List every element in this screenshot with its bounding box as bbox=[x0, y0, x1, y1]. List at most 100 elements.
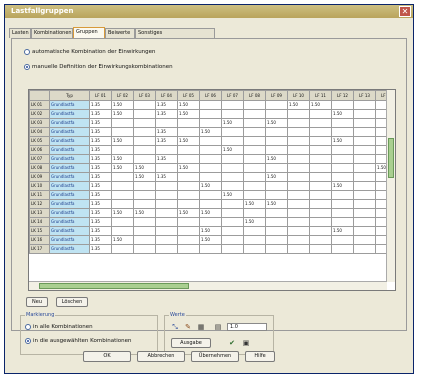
factor-cell[interactable]: 1.35 bbox=[155, 172, 178, 182]
factor-cell[interactable] bbox=[221, 163, 244, 173]
factor-cell[interactable] bbox=[177, 217, 200, 227]
table-row[interactable]: LK 08 Grundlastfa 1.35 1.50 1.50 1.50 1.50 bbox=[29, 163, 395, 173]
output-select-button[interactable]: Ausgabe bbox=[171, 338, 211, 348]
factor-cell[interactable]: 1.50 bbox=[265, 172, 288, 182]
factor-cell[interactable] bbox=[155, 181, 178, 191]
factor-cell[interactable] bbox=[243, 136, 266, 146]
factor-cell[interactable] bbox=[221, 181, 244, 191]
column-header[interactable]: LF 03 bbox=[133, 90, 156, 101]
column-header[interactable]: LF 07 bbox=[221, 90, 244, 101]
type-cell[interactable]: Grundlastfa bbox=[49, 199, 90, 209]
column-header[interactable]: LF 06 bbox=[199, 90, 222, 101]
factor-cell[interactable] bbox=[111, 226, 134, 236]
type-cell[interactable]: Grundlastfa bbox=[49, 190, 90, 200]
factor-cell[interactable] bbox=[287, 235, 310, 245]
row-header[interactable]: LK 05 bbox=[29, 136, 50, 146]
type-cell[interactable]: Grundlastfa bbox=[49, 136, 90, 146]
factor-cell[interactable]: 1.35 bbox=[155, 136, 178, 146]
table-row[interactable]: LK 07 Grundlastfa 1.35 1.50 1.35 1.50 bbox=[29, 154, 395, 164]
factor-cell[interactable] bbox=[287, 127, 310, 137]
factor-cell[interactable]: 1.50 bbox=[111, 235, 134, 245]
factor-cell[interactable]: 1.35 bbox=[89, 154, 112, 164]
factor-cell[interactable] bbox=[177, 127, 200, 137]
row-header[interactable]: LK 02 bbox=[29, 109, 50, 119]
factor-cell[interactable] bbox=[309, 181, 332, 191]
factor-cell[interactable] bbox=[155, 145, 178, 155]
title-bar[interactable]: Lastfallgruppen ✕ bbox=[5, 5, 413, 18]
factor-cell[interactable] bbox=[111, 127, 134, 137]
factor-cell[interactable]: 1.35 bbox=[89, 118, 112, 128]
column-header[interactable]: LF 04 bbox=[155, 90, 178, 101]
cancel-button[interactable]: Abbrechen bbox=[137, 351, 185, 362]
factor-cell[interactable] bbox=[221, 244, 244, 254]
factor-cell[interactable] bbox=[331, 208, 354, 218]
factor-cell[interactable] bbox=[353, 163, 376, 173]
factor-cell[interactable]: 1.50 bbox=[265, 118, 288, 128]
ok-button[interactable]: OK bbox=[83, 351, 131, 362]
column-header[interactable]: Typ bbox=[49, 90, 90, 101]
factor-cell[interactable] bbox=[133, 127, 156, 137]
row-header[interactable]: LK 15 bbox=[29, 226, 50, 236]
table-row[interactable]: LK 12 Grundlastfa 1.35 1.50 1.50 bbox=[29, 199, 395, 209]
type-cell[interactable]: Grundlastfa bbox=[49, 217, 90, 227]
factor-cell[interactable] bbox=[265, 127, 288, 137]
factor-cell[interactable] bbox=[287, 208, 310, 218]
factor-cell[interactable] bbox=[331, 190, 354, 200]
factor-cell[interactable] bbox=[133, 217, 156, 227]
factor-cell[interactable] bbox=[155, 199, 178, 209]
factor-cell[interactable] bbox=[265, 217, 288, 227]
factor-cell[interactable]: 1.35 bbox=[89, 208, 112, 218]
factor-cell[interactable]: 1.35 bbox=[89, 145, 112, 155]
table-row[interactable]: LK 09 Grundlastfa 1.35 1.50 1.35 1.50 bbox=[29, 172, 395, 182]
factor-cell[interactable]: 1.50 bbox=[221, 145, 244, 155]
factor-cell[interactable] bbox=[353, 244, 376, 254]
factor-cell[interactable] bbox=[243, 235, 266, 245]
factor-cell[interactable] bbox=[133, 235, 156, 245]
factor-cell[interactable] bbox=[155, 163, 178, 173]
factor-cell[interactable]: 1.50 bbox=[177, 163, 200, 173]
factor-cell[interactable] bbox=[221, 199, 244, 209]
factor-cell[interactable] bbox=[265, 136, 288, 146]
table-row[interactable]: LK 05 Grundlastfa 1.35 1.50 1.35 1.50 1.50 bbox=[29, 136, 395, 146]
factor-cell[interactable] bbox=[243, 163, 266, 173]
factor-cell[interactable] bbox=[243, 190, 266, 200]
factor-cell[interactable]: 1.50 bbox=[177, 208, 200, 218]
factor-cell[interactable] bbox=[331, 163, 354, 173]
factor-cell[interactable] bbox=[133, 100, 156, 110]
factor-cell[interactable] bbox=[309, 226, 332, 236]
calculator-icon[interactable]: ▤ bbox=[213, 322, 223, 332]
factor-cell[interactable] bbox=[331, 217, 354, 227]
factor-cell[interactable]: 1.50 bbox=[309, 100, 332, 110]
factor-cell[interactable] bbox=[111, 217, 134, 227]
combination-grid[interactable]: Typ LF 01 LF 02 LF 03 LF 04 LF 05 LF 06 LF 07 LF… bbox=[28, 89, 396, 291]
row-header[interactable]: LK 11 bbox=[29, 190, 50, 200]
factor-cell[interactable] bbox=[309, 172, 332, 182]
factor-cell[interactable] bbox=[353, 100, 376, 110]
factor-cell[interactable] bbox=[287, 145, 310, 155]
column-header[interactable]: LF 08 bbox=[243, 90, 266, 101]
factor-cell[interactable] bbox=[155, 118, 178, 128]
column-header[interactable]: LF 10 bbox=[287, 90, 310, 101]
factor-cell[interactable]: 1.35 bbox=[155, 154, 178, 164]
factor-cell[interactable] bbox=[309, 244, 332, 254]
factor-cell[interactable] bbox=[309, 145, 332, 155]
grid-horizontal-scroll-thumb[interactable] bbox=[39, 283, 189, 289]
factor-cell[interactable] bbox=[265, 208, 288, 218]
delete-button[interactable]: Löschen bbox=[56, 297, 88, 307]
factor-cell[interactable]: 1.50 bbox=[243, 199, 266, 209]
factor-cell[interactable] bbox=[133, 118, 156, 128]
factor-cell[interactable] bbox=[243, 100, 266, 110]
factor-cell[interactable] bbox=[221, 226, 244, 236]
type-cell[interactable]: Grundlastfa bbox=[49, 172, 90, 182]
factor-cell[interactable]: 1.35 bbox=[89, 163, 112, 173]
type-cell[interactable]: Grundlastfa bbox=[49, 226, 90, 236]
factor-cell[interactable] bbox=[265, 226, 288, 236]
factor-cell[interactable]: 1.50 bbox=[199, 208, 222, 218]
column-header[interactable]: LF 11 bbox=[309, 90, 332, 101]
factor-cell[interactable]: 1.50 bbox=[331, 136, 354, 146]
factor-cell[interactable]: 1.35 bbox=[89, 172, 112, 182]
factor-cell[interactable]: 1.35 bbox=[89, 235, 112, 245]
factor-cell[interactable] bbox=[353, 127, 376, 137]
factor-cell[interactable] bbox=[309, 154, 332, 164]
factor-cell[interactable] bbox=[133, 190, 156, 200]
